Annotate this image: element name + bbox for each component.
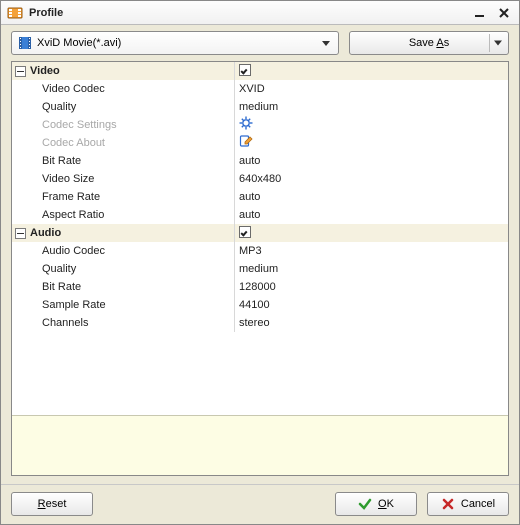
title: Profile <box>29 7 467 19</box>
grid-value-cell[interactable]: medium <box>234 98 508 116</box>
ok-button[interactable]: OK <box>335 492 417 516</box>
profile-dropdown[interactable]: XviD Movie(*.avi) <box>11 31 339 55</box>
grid-row[interactable]: Video Codec XVID <box>12 80 508 98</box>
grid-value: MP3 <box>239 245 262 257</box>
grid-label: Video Size <box>12 170 234 188</box>
grid-value-cell[interactable]: 44100 <box>234 296 508 314</box>
save-as-button[interactable]: Save As <box>349 31 509 55</box>
grid-value-cell[interactable]: auto <box>234 188 508 206</box>
grid-value-cell[interactable] <box>234 134 508 152</box>
grid-label: Video Codec <box>12 80 234 98</box>
reset-label: Reset <box>38 498 67 510</box>
check-icon <box>358 497 372 511</box>
grid-value: medium <box>239 263 278 275</box>
cancel-label: Cancel <box>461 498 495 510</box>
grid-row[interactable]: Video Size 640x480 <box>12 170 508 188</box>
grid-value-cell[interactable]: auto <box>234 152 508 170</box>
grid-row[interactable]: Quality medium <box>12 260 508 278</box>
grid-value-cell[interactable]: medium <box>234 260 508 278</box>
film-icon <box>18 36 32 50</box>
grid-value: medium <box>239 101 278 113</box>
section-audio[interactable]: Audio <box>12 224 508 242</box>
grid-row[interactable]: Codec About <box>12 134 508 152</box>
grid-value-cell[interactable]: XVID <box>234 80 508 98</box>
section-label: Video <box>12 62 234 80</box>
cancel-button[interactable]: Cancel <box>427 492 509 516</box>
button-bar: Reset OK Cancel <box>1 484 519 524</box>
description-pane <box>12 415 508 475</box>
titlebar: Profile <box>1 1 519 25</box>
section-value[interactable] <box>234 62 508 80</box>
grid-label: Bit Rate <box>12 278 234 296</box>
grid-row[interactable]: Aspect Ratio auto <box>12 206 508 224</box>
grid-label: Frame Rate <box>12 188 234 206</box>
grid-value-cell[interactable]: 640x480 <box>234 170 508 188</box>
grid-value: 640x480 <box>239 173 281 185</box>
grid-row[interactable]: Quality medium <box>12 98 508 116</box>
grid-label: Quality <box>12 260 234 278</box>
edit-icon[interactable] <box>239 134 508 148</box>
toolbar: XviD Movie(*.avi) Save As <box>1 25 519 61</box>
grid-row[interactable]: Bit Rate auto <box>12 152 508 170</box>
section-video[interactable]: Video <box>12 62 508 80</box>
reset-button[interactable]: Reset <box>11 492 93 516</box>
gear-icon[interactable] <box>239 116 508 130</box>
chevron-down-icon <box>322 41 330 46</box>
close-button[interactable] <box>493 4 515 22</box>
grid-row[interactable]: Audio Codec MP3 <box>12 242 508 260</box>
grid-row[interactable]: Codec Settings <box>12 116 508 134</box>
grid-row[interactable]: Bit Rate 128000 <box>12 278 508 296</box>
grid-value: auto <box>239 191 260 203</box>
section-value[interactable] <box>234 224 508 242</box>
grid-value: auto <box>239 209 260 221</box>
checkbox[interactable] <box>239 64 251 76</box>
grid-value: XVID <box>239 83 265 95</box>
grid-label: Bit Rate <box>12 152 234 170</box>
grid-value-cell[interactable]: 128000 <box>234 278 508 296</box>
grid-value: 128000 <box>239 281 276 293</box>
grid-value: stereo <box>239 317 270 329</box>
grid-value: 44100 <box>239 299 270 311</box>
property-grid: VideoVideo Codec XVID Quality medium Codec S… <box>11 61 509 476</box>
app-icon <box>7 5 23 21</box>
chevron-down-icon <box>494 41 502 46</box>
grid-value-cell[interactable]: MP3 <box>234 242 508 260</box>
grid-label: Channels <box>12 314 234 332</box>
ok-label: OK <box>378 498 394 510</box>
grid-label: Codec About <box>12 134 234 152</box>
grid-value-cell[interactable]: auto <box>234 206 508 224</box>
grid-value-cell[interactable] <box>234 116 508 134</box>
profile-dropdown-text: XviD Movie(*.avi) <box>37 37 318 49</box>
grid-label: Audio Codec <box>12 242 234 260</box>
grid-row[interactable]: Channels stereo <box>12 314 508 332</box>
grid-label: Aspect Ratio <box>12 206 234 224</box>
section-label: Audio <box>12 224 234 242</box>
grid-value-cell[interactable]: stereo <box>234 314 508 332</box>
grid-label: Codec Settings <box>12 116 234 134</box>
grid-label: Sample Rate <box>12 296 234 314</box>
x-icon <box>441 497 455 511</box>
minimize-button[interactable] <box>469 4 491 22</box>
grid-row[interactable]: Sample Rate 44100 <box>12 296 508 314</box>
save-as-label: Save As <box>399 37 459 49</box>
property-grid-body: VideoVideo Codec XVID Quality medium Codec S… <box>12 62 508 415</box>
grid-row[interactable]: Frame Rate auto <box>12 188 508 206</box>
checkbox[interactable] <box>239 226 251 238</box>
profile-dialog: Profile XviD Movie(*.avi) <box>0 0 520 525</box>
grid-label: Quality <box>12 98 234 116</box>
grid-value: auto <box>239 155 260 167</box>
